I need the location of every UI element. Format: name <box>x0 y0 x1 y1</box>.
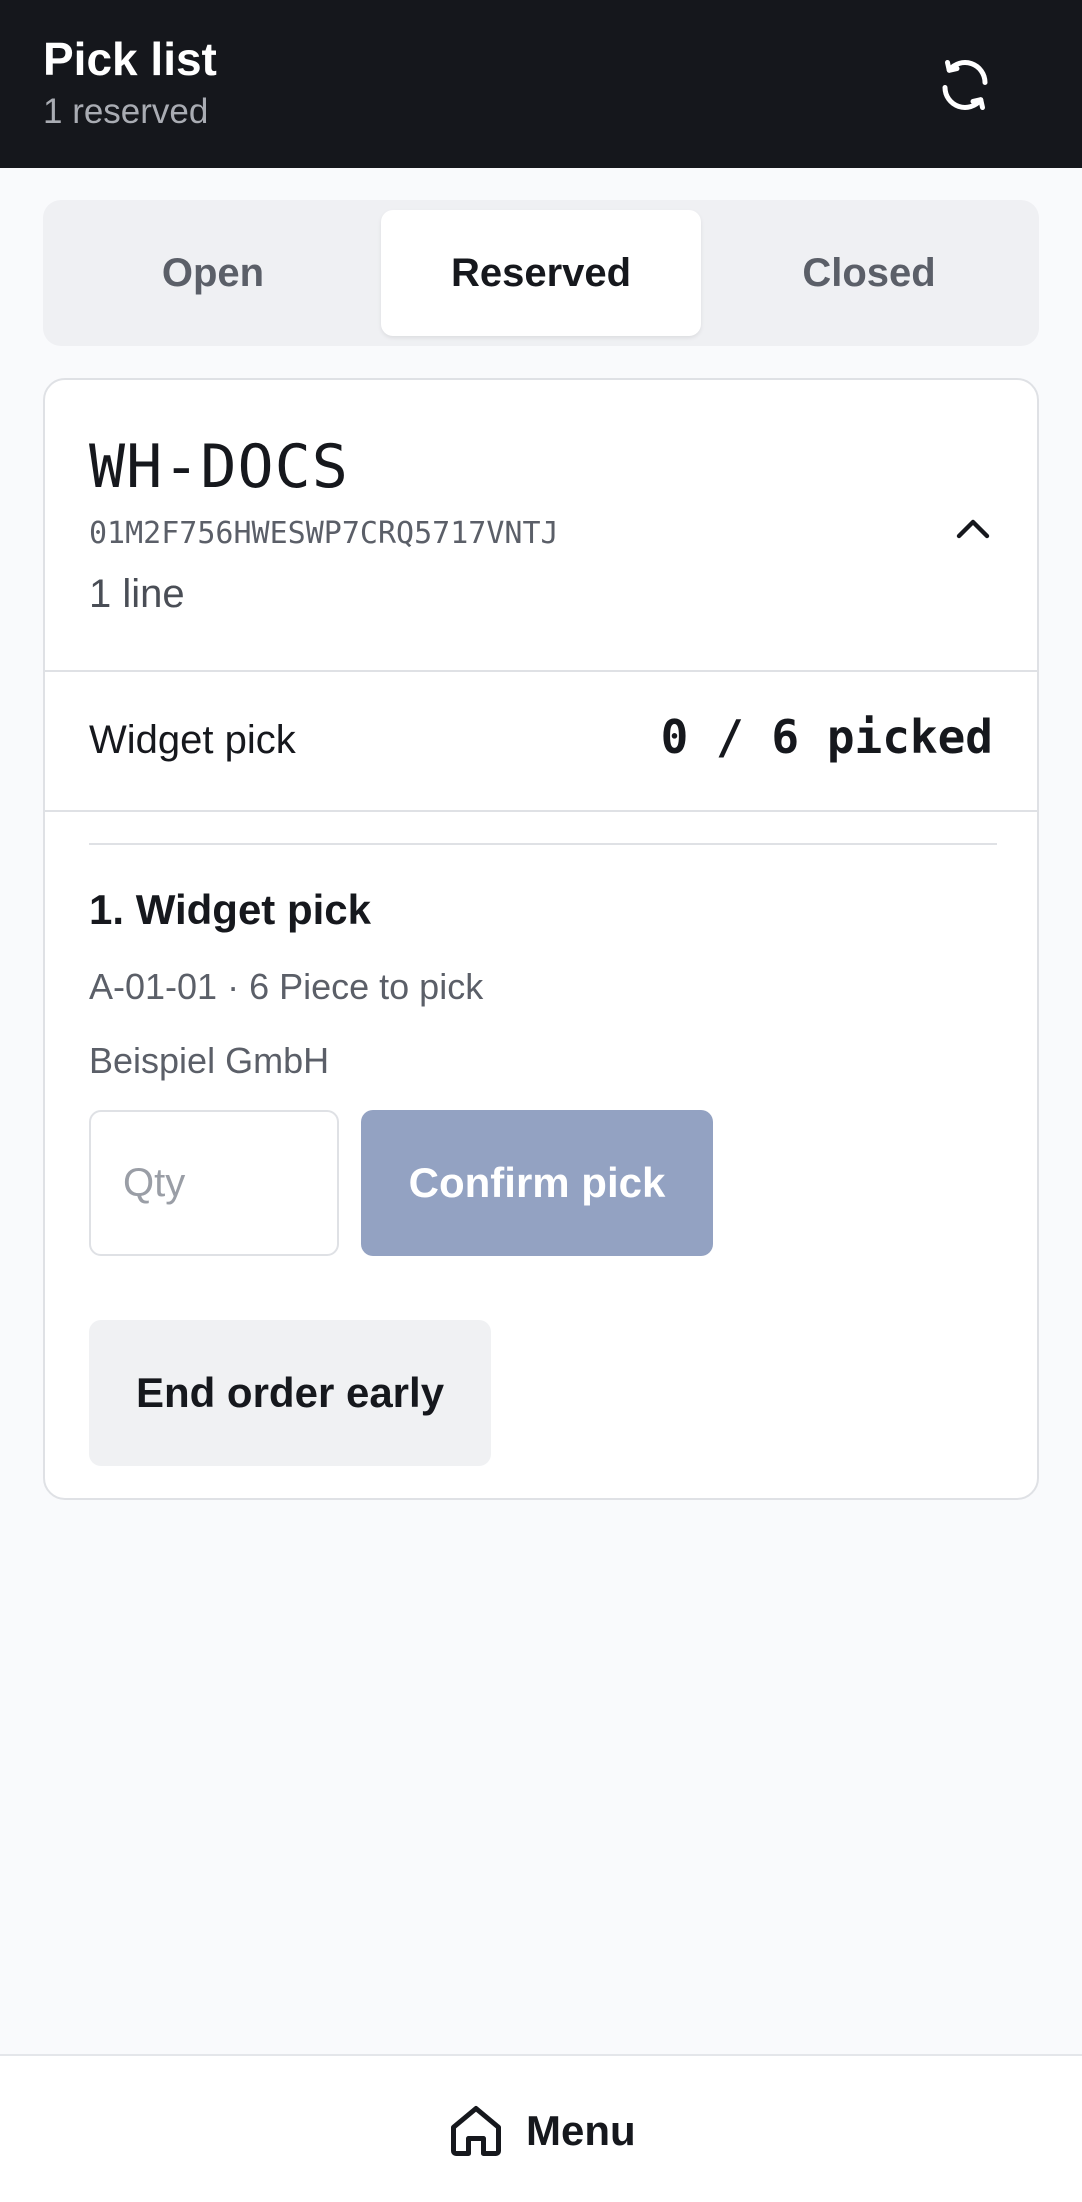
end-order-early-button[interactable]: End order early <box>89 1320 491 1466</box>
picked-count: 0 / 6 picked <box>660 710 993 764</box>
menu-button[interactable]: Menu <box>446 2096 636 2166</box>
confirm-pick-button[interactable]: Confirm pick <box>361 1110 713 1256</box>
tab-open[interactable]: Open <box>53 210 373 336</box>
order-id: 01M2F756HWESWP7CRQ5717VNTJ <box>89 516 559 551</box>
reserved-count: 1 reserved <box>43 92 209 131</box>
pick-line-customer: Beispiel GmbH <box>89 1040 330 1081</box>
divider <box>89 843 997 845</box>
status-tabs: Open Reserved Closed <box>43 200 1039 346</box>
line-summary-label: Widget pick <box>89 718 296 762</box>
menu-label: Menu <box>526 2107 636 2154</box>
divider <box>45 810 1037 812</box>
app-header: Pick list 1 reserved <box>0 0 1082 168</box>
order-code: WH-DOCS <box>89 432 349 502</box>
chevron-up-icon <box>956 519 990 539</box>
order-card: WH-DOCS 01M2F756HWESWP7CRQ5717VNTJ 1 lin… <box>43 378 1039 1500</box>
tab-reserved[interactable]: Reserved <box>381 210 701 336</box>
tab-closed[interactable]: Closed <box>709 210 1029 336</box>
pick-line-location: A-01-01 · 6 Piece to pick <box>89 966 484 1007</box>
refresh-button[interactable] <box>930 50 1000 120</box>
order-line-count: 1 line <box>89 572 185 616</box>
qty-input[interactable] <box>89 1110 339 1256</box>
home-icon <box>451 2106 501 2156</box>
divider <box>45 670 1037 672</box>
refresh-icon <box>942 60 988 110</box>
bottom-nav: Menu <box>0 2054 1082 2202</box>
page-title: Pick list <box>43 33 217 85</box>
pick-line-title: 1. Widget pick <box>89 886 372 933</box>
collapse-button[interactable] <box>935 492 1011 568</box>
